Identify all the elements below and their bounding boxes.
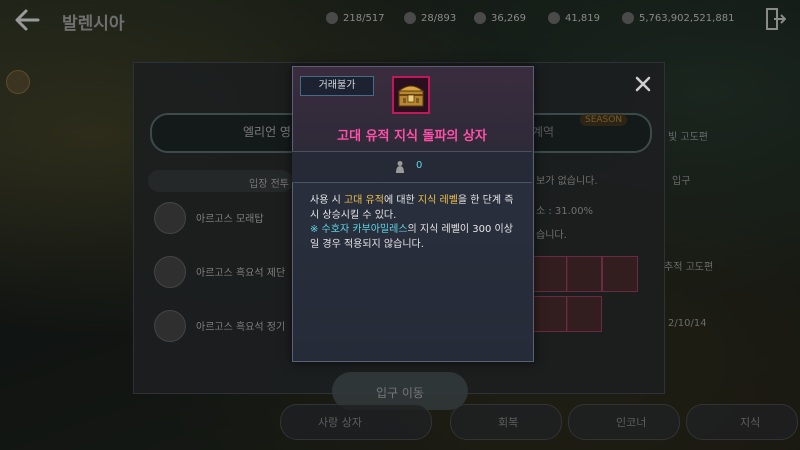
resource-weight: 28/893 (404, 12, 456, 24)
close-icon[interactable] (635, 76, 651, 92)
shrine-icon (154, 310, 186, 342)
owned-count-row (292, 152, 532, 182)
resource-silver: 5,763,902,521,881 (622, 12, 734, 24)
contribution-icon (474, 12, 486, 24)
exit-icon[interactable] (764, 7, 786, 31)
info-text: 습니다. (536, 230, 567, 241)
reward-slot[interactable] (602, 256, 638, 292)
resource-value: 218/517 (343, 12, 385, 24)
season-badge: SEASON (580, 114, 628, 126)
item-name: 고대 유적 지식 돌파의 상자 (337, 129, 487, 144)
desc-highlight: 지식 레벨 (417, 195, 458, 206)
desc-highlight: 고대 유적 (343, 195, 384, 206)
tower-icon (154, 202, 186, 234)
reward-slot[interactable] (532, 296, 568, 332)
dungeon-label: 아르고스 모래탑 (196, 214, 264, 225)
desc-text: 사용 시 (310, 195, 344, 206)
resource-value: 41,819 (565, 12, 600, 24)
resource-energy: 41,819 (548, 12, 600, 24)
bottom-menu-label: 회복 (498, 416, 519, 429)
dungeon-row[interactable]: 아르고스 모래탑 (148, 198, 298, 242)
side-label: 입구 (672, 176, 691, 187)
resource-value: 28/893 (421, 12, 457, 24)
desc-note: ※ 수호자 카부아밀레스 (310, 224, 408, 235)
resource-inventory: 218/517 (326, 12, 385, 24)
guild-emblem-icon[interactable] (6, 70, 30, 94)
info-text: 보가 없습니다. (536, 176, 598, 187)
desc-text: 에 대한 (383, 195, 418, 206)
bottom-menu-label: 지식 (740, 416, 761, 429)
side-label: 2/10/14 (668, 318, 707, 329)
info-text: 소 : 31.00% (536, 206, 594, 217)
resource-value: 36,269 (491, 12, 526, 24)
altar-icon (154, 256, 186, 288)
enter-button-label: 입구 이동 (376, 386, 424, 400)
untradeable-badge: 거래불가 (300, 76, 374, 96)
top-hud: 발렌시아 218/517 28/893 36,269 41,819 5,763,… (0, 0, 800, 40)
energy-icon (548, 12, 560, 24)
item-description: 사용 시 고대 유적에 대한 지식 레벨을 한 단계 즉시 상승시킬 수 있다.… (310, 194, 522, 252)
bottom-menu-label: 사랑 상자 (318, 416, 362, 429)
item-icon-frame (392, 76, 430, 114)
resource-value: 5,763,902,521,881 (639, 12, 735, 24)
region-title: 발렌시아 (62, 14, 125, 34)
dungeon-label: 아르고스 흑요석 정기 (196, 322, 286, 333)
tab-right[interactable]: 계역 (532, 123, 554, 140)
reward-slot[interactable] (566, 296, 602, 332)
reward-slot[interactable] (566, 256, 602, 292)
resource-contribution: 36,269 (474, 12, 526, 24)
divider (292, 182, 532, 183)
inventory-icon (326, 12, 338, 24)
dungeon-row[interactable]: 아르고스 흑요석 제단 (148, 252, 298, 296)
treasure-chest-icon (397, 85, 425, 107)
weight-icon (404, 12, 416, 24)
tab-left[interactable]: 엘리언 영 (243, 123, 291, 140)
entry-header-label: 입장 전투 (249, 179, 289, 190)
side-label: 빛 고도편 (668, 132, 708, 143)
bottom-menu-label: 인코너 (616, 416, 647, 429)
reward-slot[interactable] (532, 256, 568, 292)
silver-icon (622, 12, 634, 24)
side-label: 추적 고도편 (664, 262, 714, 273)
dungeon-row[interactable]: 아르고스 흑요석 정기 (148, 306, 298, 350)
back-arrow-icon[interactable] (12, 6, 42, 34)
owned-count: 0 (416, 160, 423, 171)
owned-quantity-icon (396, 161, 404, 173)
dungeon-label: 아르고스 흑요석 제단 (196, 268, 286, 279)
